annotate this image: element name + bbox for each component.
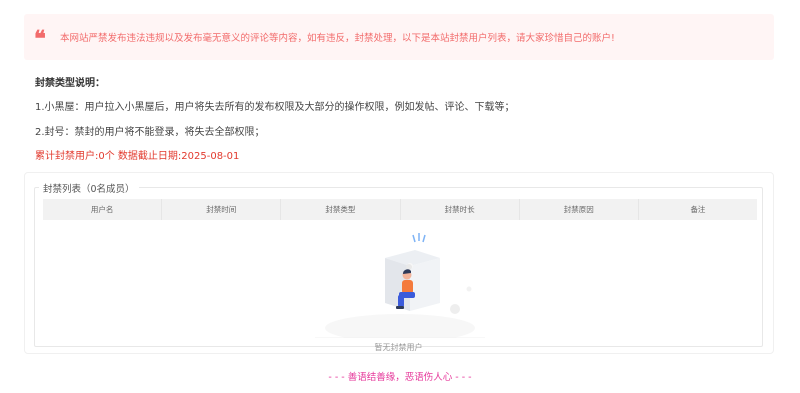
column-username[interactable]: 用户名 (43, 199, 163, 220)
column-remark[interactable]: 备注 (639, 199, 757, 220)
column-ban-type[interactable]: 封禁类型 (281, 199, 401, 220)
empty-illustration (315, 233, 485, 338)
column-ban-time[interactable]: 封禁时间 (162, 199, 282, 220)
empty-state: 暂无封禁用户 (35, 228, 762, 352)
ban-type-account: 2.封号：禁封的用户将不能登录，将失去全部权限； (35, 127, 265, 138)
notice-text: 本网站严禁发布违法违规以及发布毫无意义的评论等内容，如有违反，封禁处理，以下是本… (60, 33, 615, 44)
ban-list-legend: 封禁列表（0名成员） (39, 181, 139, 195)
quote-icon: ❝ (34, 26, 46, 52)
ban-stats: 累计封禁用户:0个 数据截止日期:2025-08-01 (35, 151, 240, 162)
table-header: 用户名 封禁时间 封禁类型 封禁时长 封禁原因 备注 (43, 199, 757, 220)
column-ban-duration[interactable]: 封禁时长 (401, 199, 520, 220)
ban-type-blackroom: 1.小黑屋：用户拉入小黑屋后，用户将失去所有的发布权限及大部分的操作权限，例如发… (35, 102, 515, 113)
ban-list-fieldset: 封禁列表（0名成员） 用户名 封禁时间 封禁类型 封禁时长 封禁原因 备注 暂无… (34, 181, 763, 352)
empty-text: 暂无封禁用户 (374, 343, 423, 352)
ban-types-title: 封禁类型说明： (35, 78, 105, 89)
notice-banner: ❝ 本网站严禁发布违法违规以及发布毫无意义的评论等内容，如有违反，封禁处理，以下… (24, 14, 774, 60)
ban-list-panel: 封禁列表（0名成员） 用户名 封禁时间 封禁类型 封禁时长 封禁原因 备注 暂无… (24, 172, 774, 354)
column-ban-reason[interactable]: 封禁原因 (520, 199, 639, 220)
footer-slogan: - - - 善语结善缘，恶语伤人心 - - - (328, 372, 472, 383)
